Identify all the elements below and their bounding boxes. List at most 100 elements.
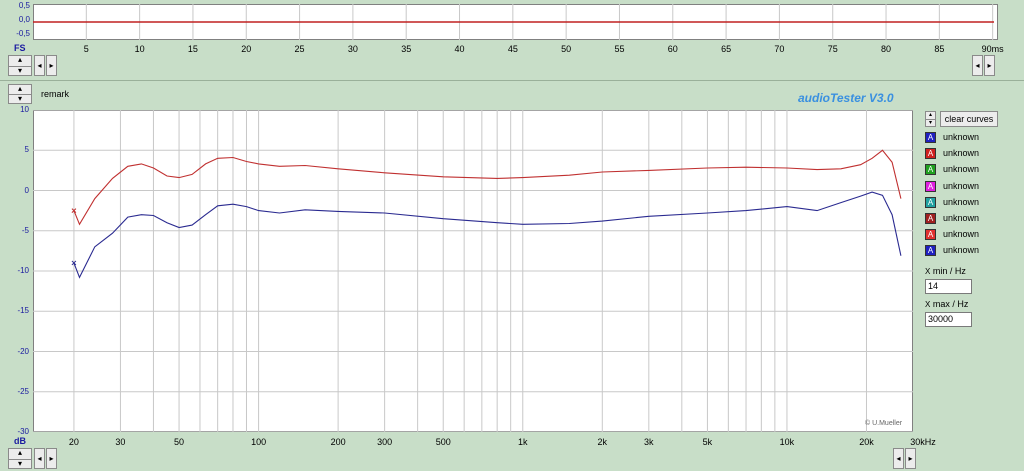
top-unit-label: FS: [14, 43, 26, 53]
legend-item[interactable]: Aunknown: [925, 212, 1020, 226]
top-plot-svg: [33, 4, 994, 40]
main-x-tick-label: 100: [251, 437, 267, 447]
main-y-tick-label: -25: [17, 386, 29, 396]
legend-item[interactable]: Aunknown: [925, 163, 1020, 177]
x-min-label: X min / Hz: [925, 266, 966, 276]
top-y-tick-label: -0,5: [16, 29, 30, 38]
top-x-tick-label: 65: [721, 44, 732, 54]
bottom-right-scroll-left-button[interactable]: ◂: [893, 448, 904, 469]
top-x-tick-label: 10: [134, 44, 145, 54]
main-plot-svg: [33, 110, 913, 432]
main-x-tick-label: 1k: [518, 437, 528, 447]
legend-item[interactable]: Aunknown: [925, 196, 1020, 210]
main-y-tick-label: -5: [21, 225, 29, 235]
main-y-tick-label: 5: [24, 145, 29, 155]
bottom-right-scroll-right-button[interactable]: ▸: [905, 448, 916, 469]
main-unit-label: dB: [14, 436, 26, 446]
x-min-input[interactable]: 14: [925, 279, 972, 294]
top-x-tick-label: 45: [507, 44, 518, 54]
x-max-label: X max / Hz: [925, 299, 968, 309]
top-scroll-right-button[interactable]: ▸: [46, 55, 57, 76]
main-y-tick-label: -10: [17, 266, 29, 275]
main-y-tick-label: -15: [17, 306, 29, 316]
main-x-tick-label: 200: [330, 437, 346, 447]
copyright-text: © U.Mueller: [865, 420, 903, 427]
x-max-input[interactable]: 30000: [925, 312, 972, 327]
spin-down-icon[interactable]: ▾: [926, 120, 935, 126]
spin-down-icon[interactable]: ▾: [9, 95, 31, 103]
legend-item[interactable]: Aunknown: [925, 228, 1020, 242]
legend-item[interactable]: Aunknown: [925, 147, 1020, 161]
legend-label: unknown: [943, 180, 980, 191]
main-x-tick-label: 3k: [644, 437, 654, 447]
main-x-tick-label: 50: [174, 437, 185, 447]
chevron-left-icon: ◂: [37, 61, 42, 70]
legend-color-swatch[interactable]: A: [925, 132, 936, 143]
x-max-x-glyph: X: [925, 300, 931, 309]
top-x-tick-label: 85: [934, 44, 945, 54]
chevron-right-icon: ▸: [49, 454, 54, 463]
top-x-tick-label: 15: [187, 44, 198, 54]
x-min-x-glyph: X: [925, 267, 931, 276]
main-y-tick-label: -20: [17, 346, 29, 356]
spin-down-icon[interactable]: ▾: [9, 460, 31, 468]
bottom-scroll-left-button[interactable]: ◂: [34, 448, 45, 469]
legend-label: unknown: [943, 164, 980, 175]
legend-color-swatch[interactable]: A: [925, 213, 936, 224]
spin-up-icon[interactable]: ▴: [926, 112, 935, 120]
separator: [0, 80, 1024, 81]
legend-label: unknown: [943, 196, 980, 207]
clear-curves-button[interactable]: clear curves: [940, 111, 998, 127]
top-zoom-spin[interactable]: ▴ ▾: [8, 55, 32, 76]
top-x-tick-label: 30: [347, 44, 358, 54]
main-x-tick-label: 5k: [702, 437, 713, 447]
legend-color-swatch[interactable]: A: [925, 164, 936, 176]
top-x-tick-label: 80: [881, 44, 892, 54]
bottom-zoom-spin[interactable]: ▴ ▾: [8, 448, 32, 469]
clear-spin[interactable]: ▴ ▾: [925, 111, 936, 127]
bottom-scroll-right-button[interactable]: ▸: [46, 448, 57, 469]
legend-item[interactable]: Aunknown: [925, 244, 1020, 258]
top-x-tick-label: 75: [827, 44, 838, 54]
chevron-right-icon: ▸: [49, 61, 54, 70]
remark-label: remark: [41, 89, 70, 99]
remark-spin[interactable]: ▴ ▾: [8, 84, 32, 104]
legend-color-swatch[interactable]: A: [925, 148, 936, 160]
chevron-left-icon: ◂: [896, 454, 901, 463]
top-right-scroll-right-button[interactable]: ▸: [984, 55, 995, 76]
top-x-tick-label: 70: [774, 44, 785, 54]
spin-down-icon[interactable]: ▾: [9, 67, 31, 75]
legend-label: unknown: [943, 245, 980, 256]
main-x-tick-label: 500: [435, 437, 451, 447]
top-x-tick-label: 90ms: [981, 44, 1004, 54]
legend-item[interactable]: Aunknown: [925, 180, 1020, 194]
main-x-tick-label: 30: [115, 437, 126, 447]
main-x-tick-label: 20: [68, 437, 79, 447]
legend-label: unknown: [943, 213, 980, 223]
chevron-left-icon: ◂: [975, 61, 980, 70]
main-x-tick-label: 30kHz: [910, 437, 936, 447]
top-scroll-left-button[interactable]: ◂: [34, 55, 45, 76]
top-right-scroll-left-button[interactable]: ◂: [972, 55, 983, 76]
top-y-tick-label: 0,5: [18, 1, 30, 10]
legend-label: unknown: [943, 148, 980, 159]
legend-item[interactable]: Aunknown: [925, 131, 1020, 145]
top-x-tick-label: 5: [83, 44, 89, 54]
main-x-tick-label: 10k: [779, 437, 795, 447]
top-x-tick-label: 50: [561, 44, 572, 54]
top-x-tick-label: 60: [667, 44, 678, 54]
legend-label: unknown: [943, 132, 980, 142]
top-x-tick-label: 25: [294, 44, 305, 54]
top-x-tick-label: 55: [614, 44, 625, 54]
top-x-tick-label: 20: [241, 44, 252, 54]
chevron-right-icon: ▸: [908, 454, 913, 463]
chevron-left-icon: ◂: [37, 454, 42, 463]
legend-color-swatch[interactable]: A: [925, 196, 936, 208]
main-x-tick-label: 2k: [597, 437, 608, 447]
top-x-tick-label: 35: [401, 44, 412, 54]
main-x-tick-label: 300: [377, 437, 393, 447]
legend-color-swatch[interactable]: A: [925, 229, 936, 241]
main-y-tick-label: 0: [24, 185, 29, 195]
legend-color-swatch[interactable]: A: [925, 180, 936, 192]
legend-color-swatch[interactable]: A: [925, 245, 936, 257]
